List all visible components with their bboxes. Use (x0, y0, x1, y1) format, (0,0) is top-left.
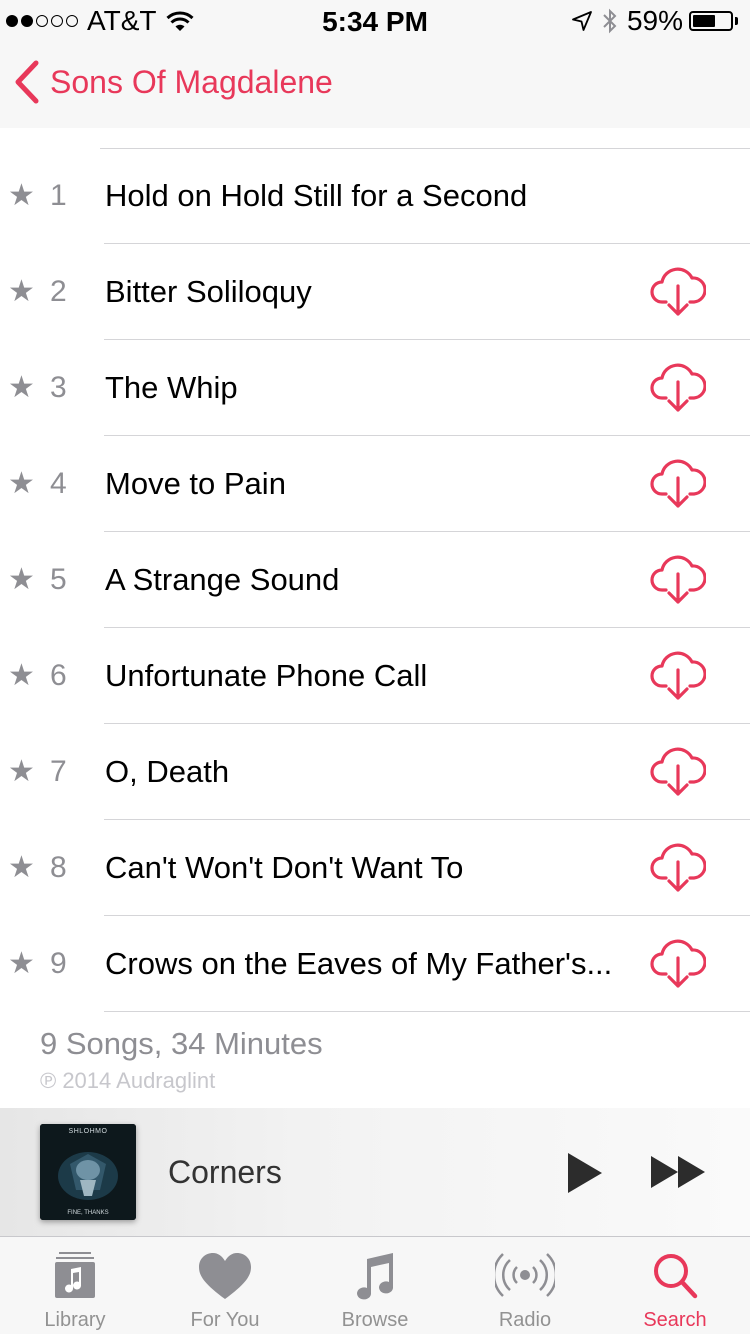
tab-label: Radio (498, 1309, 552, 1331)
heart-icon (199, 1253, 251, 1299)
radio-icon (495, 1253, 555, 1297)
tab-search[interactable]: Search (600, 1237, 750, 1335)
track-title: O, Death (105, 754, 230, 789)
download-button[interactable] (650, 842, 707, 894)
tab-label: Browse (341, 1309, 409, 1331)
track-title: Move to Pain (105, 466, 286, 501)
track-number: 2 (50, 275, 67, 308)
track-title: Unfortunate Phone Call (105, 658, 428, 693)
star-icon[interactable]: ★ (8, 658, 35, 694)
track-number: 4 (50, 467, 67, 500)
star-icon[interactable]: ★ (8, 466, 35, 502)
artwork-caption-text: FINE, THANKS (67, 1210, 109, 1216)
navigation-bar: Sons Of Magdalene (0, 40, 750, 128)
cloud-download-icon (650, 363, 707, 412)
tab-bar: Library For You Browse Radio Search (0, 1236, 750, 1334)
cloud-download-icon (650, 939, 707, 988)
next-track-button[interactable] (650, 1154, 706, 1195)
track-number: 7 (50, 755, 67, 788)
battery-percentage: 59% (626, 5, 683, 36)
download-button[interactable] (650, 554, 707, 606)
tab-for-you[interactable]: For You (150, 1237, 300, 1335)
artwork-artist-text: SHLOHMO (68, 1128, 108, 1135)
track-number: 3 (50, 371, 67, 404)
track-row[interactable]: ★ 4 Move to Pain (0, 436, 750, 532)
track-title: Can't Won't Don't Want To (105, 850, 464, 885)
mini-player[interactable]: SHLOHMO FINE, THANKS Corners (0, 1108, 750, 1236)
track-number: 9 (50, 947, 67, 980)
divider (104, 1011, 750, 1012)
track-title: A Strange Sound (105, 562, 340, 597)
now-playing-title[interactable]: Corners (168, 1154, 282, 1191)
star-icon[interactable]: ★ (8, 946, 35, 982)
track-row[interactable]: ★ 2 Bitter Soliloquy (0, 244, 750, 340)
back-button-label: Sons Of Magdalene (50, 63, 333, 100)
star-icon[interactable]: ★ (8, 562, 35, 598)
cloud-download-icon (650, 555, 707, 604)
library-icon (55, 1252, 95, 1298)
track-number: 1 (50, 179, 67, 212)
download-button[interactable] (650, 746, 707, 798)
star-icon[interactable]: ★ (8, 178, 35, 214)
artwork-image (40, 1124, 136, 1220)
status-bar: AT&T 5:34 PM 59% (0, 0, 750, 40)
back-button[interactable]: Sons Of Magdalene (14, 60, 333, 104)
star-icon[interactable]: ★ (8, 850, 35, 886)
track-row[interactable]: ★ 1 Hold on Hold Still for a Second (0, 148, 750, 244)
download-button[interactable] (650, 458, 707, 510)
cloud-download-icon (650, 651, 707, 700)
track-number: 8 (50, 851, 67, 884)
download-button[interactable] (650, 266, 707, 318)
tab-label: Search (643, 1309, 707, 1331)
track-row[interactable]: ★ 6 Unfortunate Phone Call (0, 628, 750, 724)
download-button[interactable] (650, 938, 707, 990)
track-row[interactable]: ★ 9 Crows on the Eaves of My Father's... (0, 916, 750, 1012)
tab-library[interactable]: Library (0, 1237, 150, 1335)
star-icon[interactable]: ★ (8, 754, 35, 790)
album-summary: 9 Songs, 34 Minutes (40, 1026, 323, 1061)
track-row[interactable]: ★ 3 The Whip (0, 340, 750, 436)
tab-browse[interactable]: Browse (300, 1237, 450, 1335)
bluetooth-icon (603, 8, 617, 34)
track-number: 5 (50, 563, 67, 596)
fast-forward-icon (651, 1156, 705, 1188)
battery-icon (689, 11, 733, 31)
cloud-download-icon (650, 459, 707, 508)
track-title: The Whip (105, 370, 238, 405)
album-artwork[interactable]: SHLOHMO FINE, THANKS (40, 1124, 136, 1220)
copyright-notice: ℗ 2014 Audraglint (40, 1068, 216, 1093)
tab-label: Library (44, 1309, 106, 1331)
search-icon (654, 1254, 698, 1299)
tab-label: For You (190, 1309, 260, 1331)
tab-radio[interactable]: Radio (450, 1237, 600, 1335)
music-note-icon (357, 1253, 394, 1300)
chevron-left-icon (15, 60, 39, 104)
cloud-download-icon (650, 843, 707, 892)
track-title: Hold on Hold Still for a Second (105, 178, 528, 213)
track-title: Bitter Soliloquy (105, 274, 312, 309)
location-arrow-icon (572, 11, 592, 31)
download-button[interactable] (650, 362, 707, 414)
cloud-download-icon (650, 747, 707, 796)
track-row[interactable]: ★ 8 Can't Won't Don't Want To (0, 820, 750, 916)
track-title: Crows on the Eaves of My Father's... (105, 946, 613, 981)
cloud-download-icon (650, 267, 707, 316)
track-number: 6 (50, 659, 67, 692)
track-row[interactable]: ★ 5 A Strange Sound (0, 532, 750, 628)
play-button[interactable] (566, 1152, 604, 1199)
star-icon[interactable]: ★ (8, 274, 35, 310)
star-icon[interactable]: ★ (8, 370, 35, 406)
download-button[interactable] (650, 650, 707, 702)
play-icon (568, 1153, 602, 1193)
track-row[interactable]: ★ 7 O, Death (0, 724, 750, 820)
